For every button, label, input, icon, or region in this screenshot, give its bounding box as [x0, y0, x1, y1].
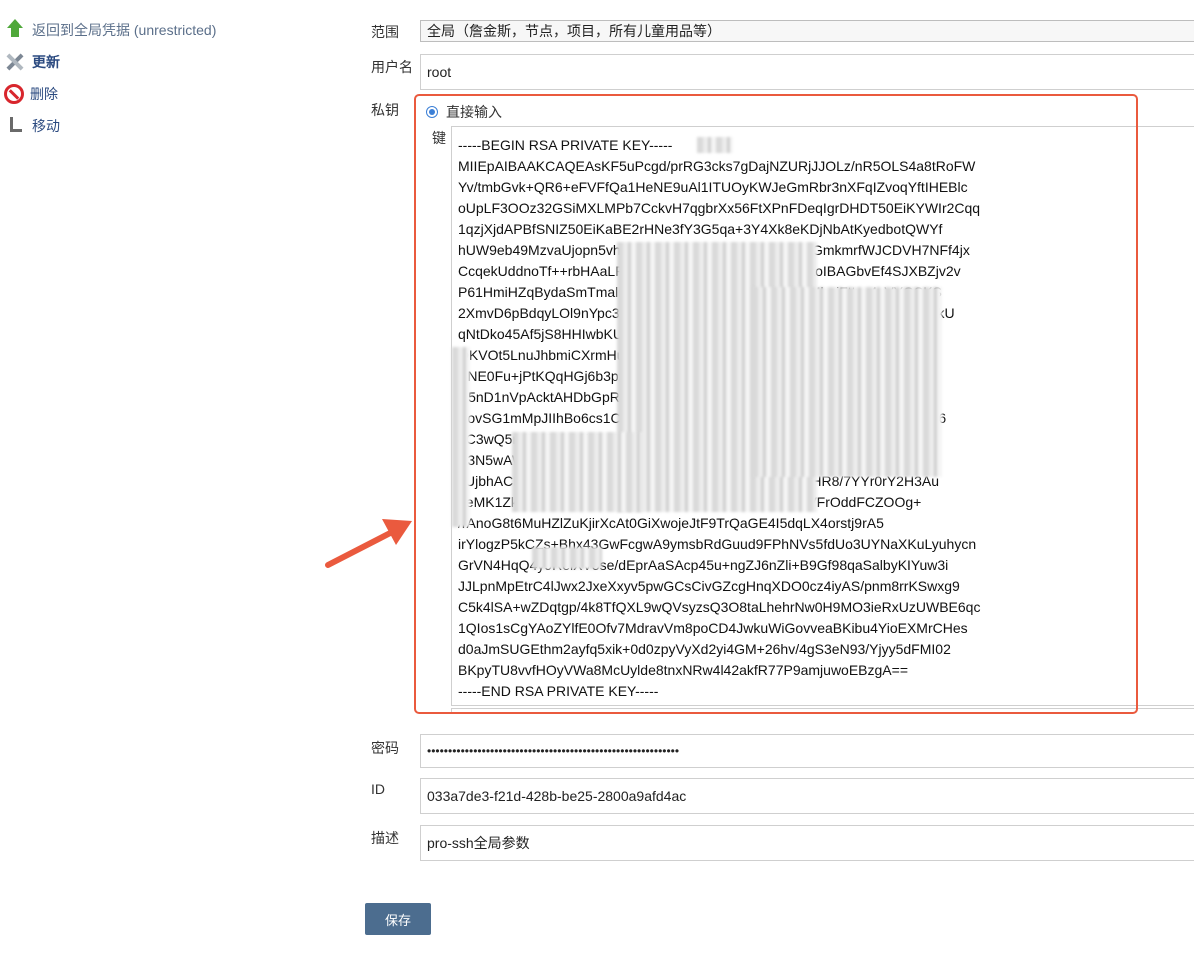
- username-input[interactable]: root: [420, 54, 1194, 90]
- sidebar-item-back[interactable]: 返回到全局凭据 (unrestricted): [0, 14, 330, 46]
- description-value: pro-ssh全局参数: [427, 835, 530, 851]
- private-key-label: 私钥: [371, 102, 399, 118]
- password-value: ••••••••••••••••••••••••••••••••••••••••…: [427, 744, 680, 758]
- save-button[interactable]: 保存: [365, 903, 431, 935]
- sidebar-item-move[interactable]: 移动: [0, 110, 330, 142]
- scope-value: 全局（詹金斯，节点，项目，所有儿童用品等）: [427, 23, 721, 39]
- move-icon: [4, 115, 26, 137]
- highlight-box: [414, 94, 1138, 714]
- username-label: 用户名: [371, 59, 413, 75]
- delete-icon: [4, 84, 24, 104]
- id-label: ID: [371, 781, 385, 797]
- tools-icon: [4, 51, 26, 73]
- sidebar-item-update[interactable]: 更新: [0, 46, 330, 78]
- sidebar-item-label: 更新: [32, 54, 60, 70]
- sidebar-item-delete[interactable]: 删除: [0, 78, 330, 110]
- annotation-arrow: [325, 519, 412, 568]
- sidebar-item-label: 移动: [32, 118, 60, 134]
- sidebar: 返回到全局凭据 (unrestricted) 更新 删除 移动: [0, 14, 330, 142]
- id-input[interactable]: 033a7de3-f21d-428b-be25-2800a9afd4ac: [420, 778, 1194, 814]
- description-label: 描述: [371, 830, 399, 846]
- password-input[interactable]: ••••••••••••••••••••••••••••••••••••••••…: [420, 734, 1194, 768]
- sidebar-item-label: 返回到全局凭据 (unrestricted): [32, 22, 217, 38]
- scope-select[interactable]: 全局（詹金斯，节点，项目，所有儿童用品等）: [420, 20, 1194, 42]
- sidebar-item-label: 删除: [30, 86, 58, 102]
- description-input[interactable]: pro-ssh全局参数: [420, 825, 1194, 861]
- scope-label: 范围: [371, 24, 399, 40]
- arrow-up-icon: [4, 19, 26, 41]
- password-label: 密码: [371, 740, 399, 756]
- username-value: root: [427, 64, 452, 80]
- id-value: 033a7de3-f21d-428b-be25-2800a9afd4ac: [427, 788, 687, 804]
